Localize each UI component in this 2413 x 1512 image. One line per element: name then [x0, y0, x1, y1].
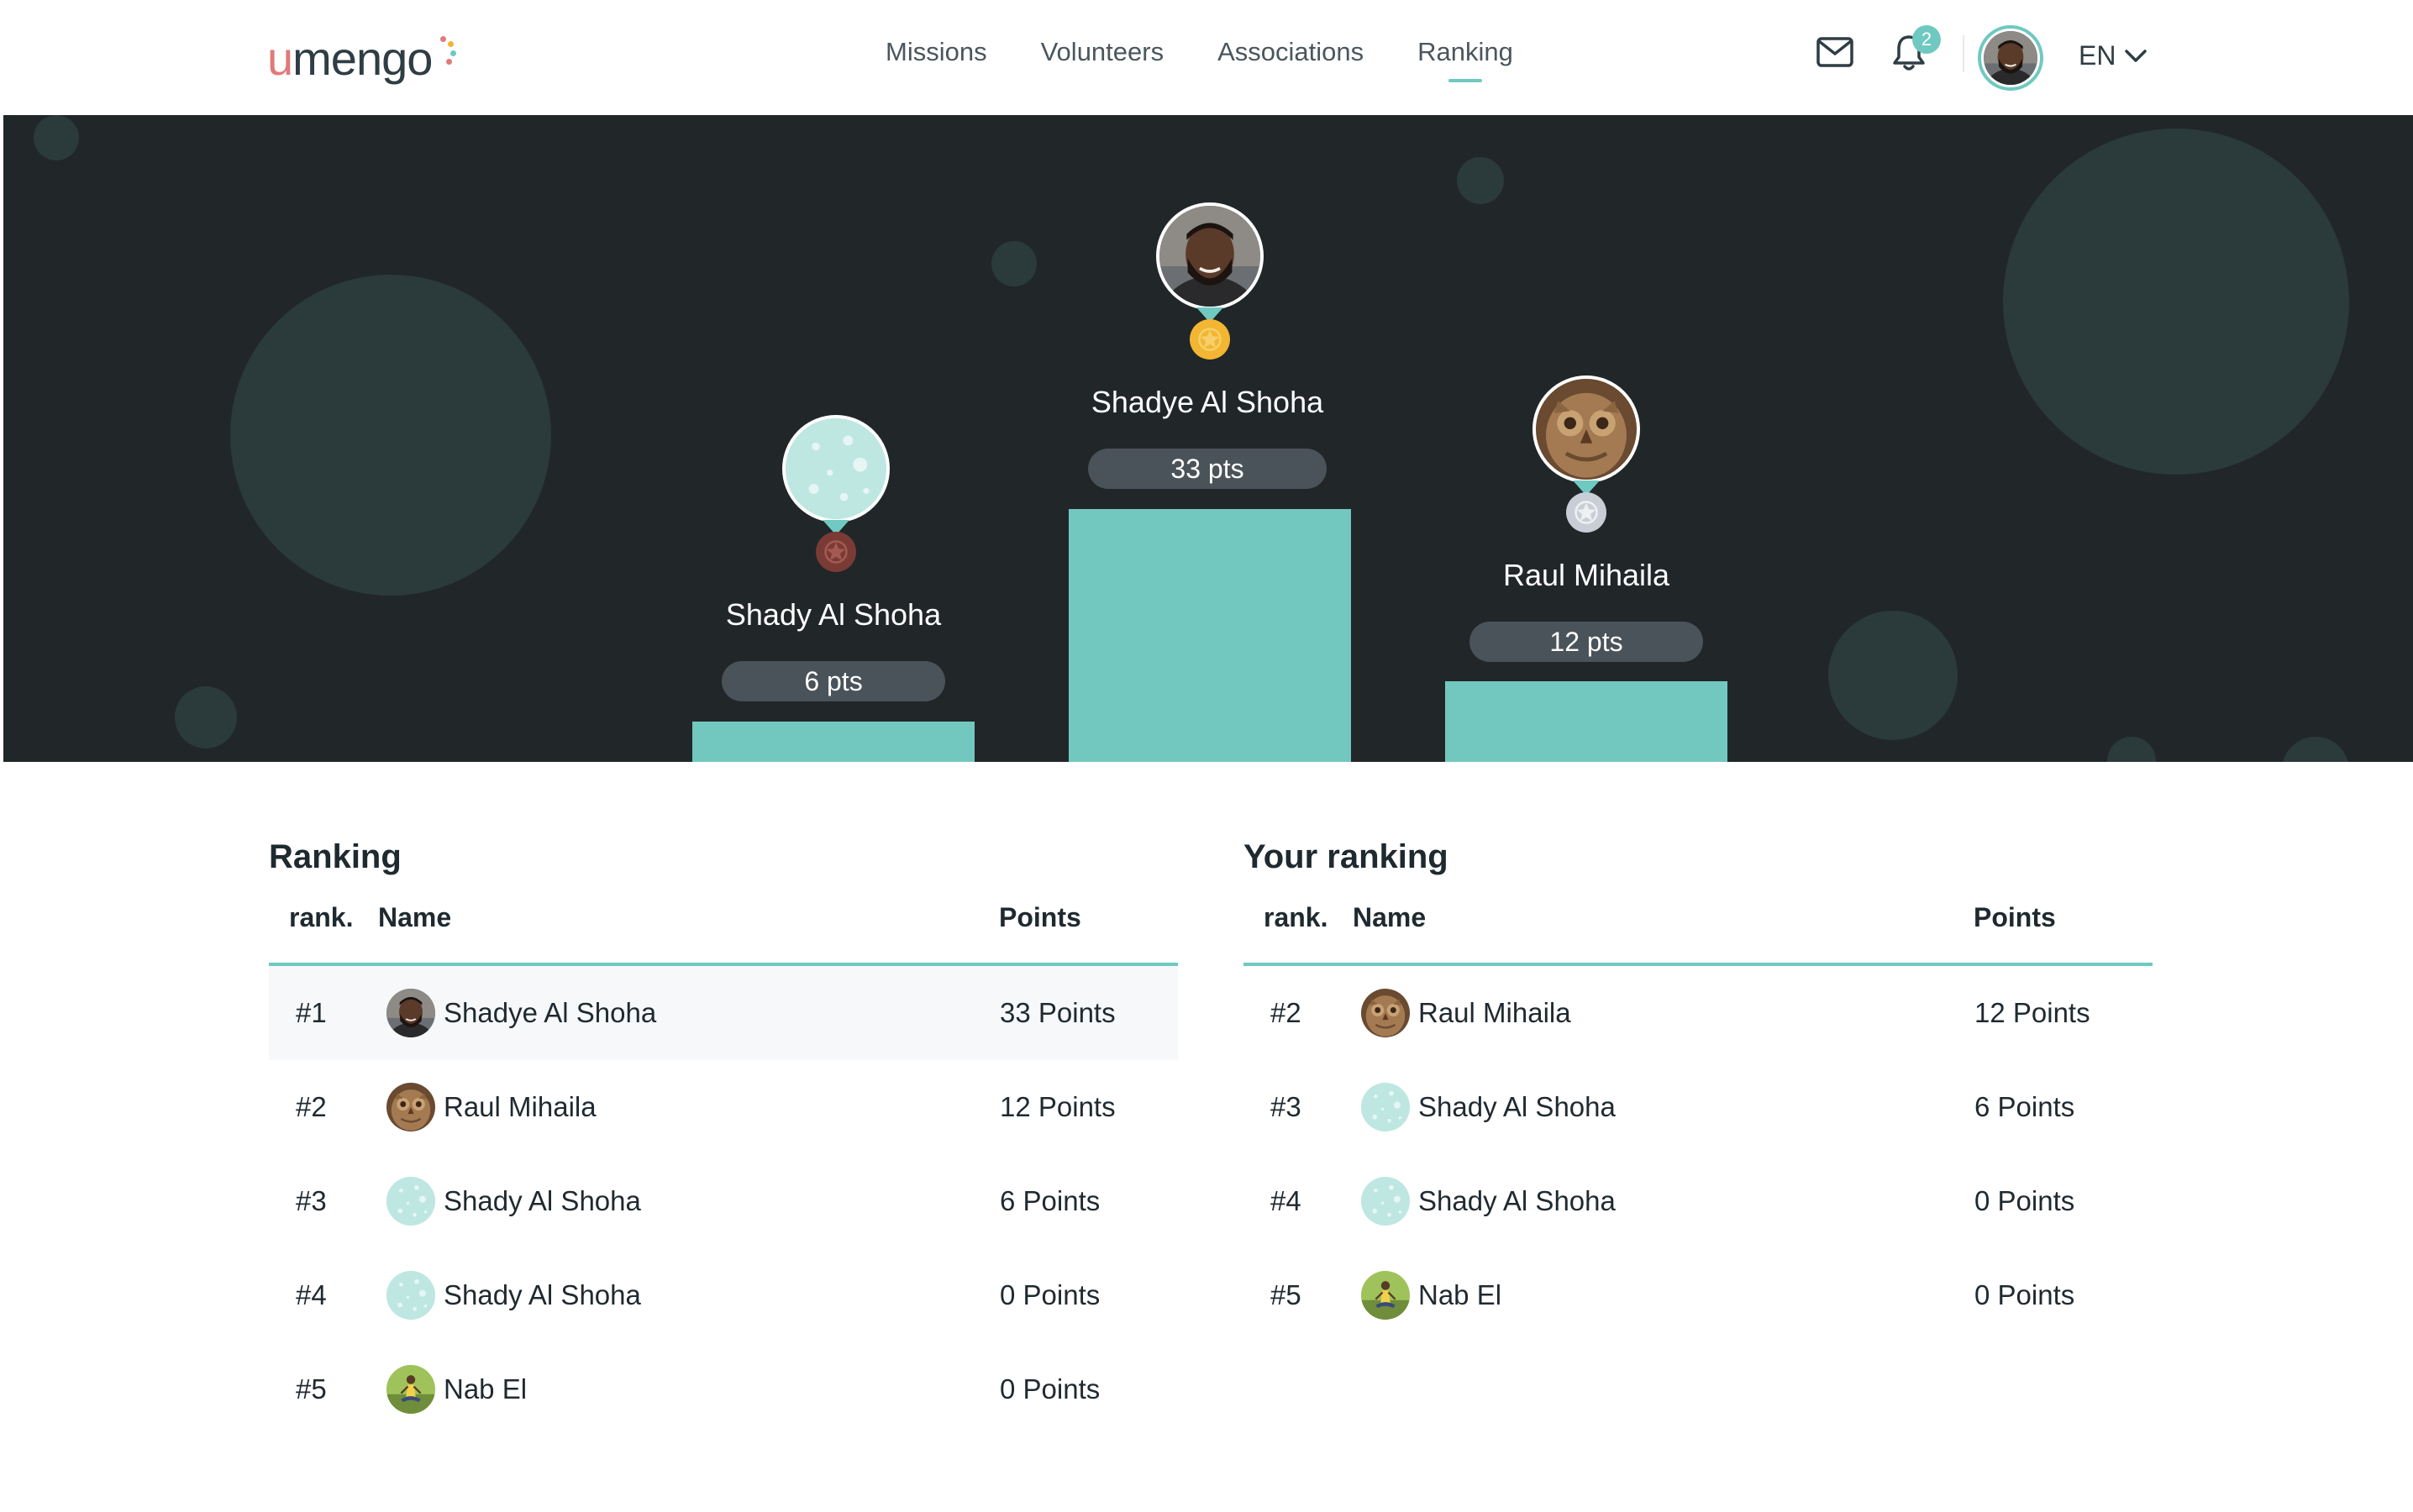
table-header: rank. Name Points	[269, 872, 1178, 966]
decor-bubble	[2282, 737, 2349, 762]
podium-third-name: Shady Al Shoha	[725, 597, 942, 632]
row-points: 33 Points	[1000, 997, 1116, 1028]
row-avatar	[1361, 1177, 1410, 1226]
decor-bubble	[175, 686, 237, 748]
umengo-logo[interactable]: umengo	[267, 29, 457, 87]
row-rank: #4	[1270, 1185, 1301, 1216]
row-name: Shady Al Shoha	[1418, 1185, 1616, 1216]
your-ranking-table: rank. Name Points #2 Raul Mihaila 12 Poi…	[1243, 872, 2153, 1342]
row-avatar	[386, 1177, 435, 1226]
row-avatar	[1361, 989, 1410, 1037]
row-points: 12 Points	[1000, 1091, 1116, 1122]
user-avatar[interactable]	[1978, 25, 2043, 91]
ranking-title: Ranking	[269, 838, 402, 875]
nav-missions[interactable]: Missions	[886, 37, 987, 67]
podium-second-bar	[1445, 681, 1727, 762]
podium-first-points: 33 pts	[1088, 449, 1327, 489]
nav-volunteers[interactable]: Volunteers	[1041, 37, 1164, 67]
mail-icon[interactable]	[1816, 37, 1853, 67]
table-row[interactable]: #5 Nab El 0 Points	[269, 1342, 1178, 1436]
column-name: Name	[378, 902, 452, 932]
table-row[interactable]: #4 Shady Al Shoha 0 Points	[1243, 1154, 2153, 1248]
row-name: Shady Al Shoha	[444, 1185, 641, 1216]
podium-first-avatar[interactable]	[1156, 202, 1264, 310]
decor-bubble	[1828, 611, 1958, 740]
podium-third-bar	[692, 722, 975, 762]
row-name: Shadye Al Shoha	[444, 997, 657, 1028]
decor-bubble	[230, 275, 551, 596]
row-name: Raul Mihaila	[1418, 997, 1571, 1028]
silver-medal-icon	[1566, 492, 1606, 533]
table-row[interactable]: #5 Nab El 0 Points	[1243, 1248, 2153, 1342]
header-divider	[1963, 35, 1964, 72]
row-rank: #5	[296, 1373, 327, 1404]
column-rank: rank.	[1264, 902, 1328, 932]
row-rank: #2	[296, 1091, 327, 1122]
row-avatar	[1361, 1271, 1410, 1320]
row-rank: #3	[296, 1185, 327, 1216]
row-rank: #1	[296, 997, 327, 1028]
table-row[interactable]: #2 Raul Mihaila 12 Points	[269, 1060, 1178, 1154]
logo-letter-u: u	[267, 31, 293, 85]
main-nav: Missions Volunteers Associations Ranking	[886, 37, 1513, 67]
row-avatar	[386, 989, 435, 1037]
table-row[interactable]: #3 Shady Al Shoha 6 Points	[269, 1154, 1178, 1248]
top-navbar: umengo Missions Volunteers Associations …	[0, 0, 2413, 115]
column-rank: rank.	[289, 902, 354, 932]
row-name: Shady Al Shoha	[1418, 1091, 1616, 1122]
table-row[interactable]: #2 Raul Mihaila 12 Points	[1243, 966, 2153, 1060]
language-label: EN	[2079, 40, 2116, 71]
podium-third-avatar[interactable]	[782, 415, 890, 522]
your-ranking-title: Your ranking	[1243, 838, 1448, 875]
podium-second-name: Raul Mihaila	[1502, 558, 1670, 592]
table-row[interactable]: #4 Shady Al Shoha 0 Points	[269, 1248, 1178, 1342]
podium-hero: Shady Al Shoha 6 pts Shadye Al Shoha 33 …	[3, 115, 2413, 762]
row-points: 0 Points	[1974, 1185, 2075, 1216]
row-rank: #4	[296, 1279, 327, 1310]
row-rank: #3	[1270, 1091, 1301, 1122]
decor-bubble	[991, 241, 1037, 286]
podium-third-points: 6 pts	[722, 661, 945, 701]
row-avatar	[386, 1083, 435, 1131]
table-header: rank. Name Points	[1243, 872, 2153, 966]
row-avatar	[386, 1271, 435, 1320]
row-points: 12 Points	[1974, 997, 2090, 1028]
language-selector[interactable]: EN	[2079, 40, 2148, 71]
row-avatar	[1361, 1083, 1410, 1131]
decor-bubble	[1457, 157, 1504, 204]
row-avatar	[386, 1365, 435, 1414]
row-points: 6 Points	[1974, 1091, 2075, 1122]
chevron-down-icon	[2125, 49, 2148, 62]
row-rank: #5	[1270, 1279, 1301, 1310]
column-points: Points	[999, 902, 1081, 932]
column-name: Name	[1353, 902, 1427, 932]
logo-dots-icon	[434, 34, 457, 68]
row-rank: #2	[1270, 997, 1301, 1028]
table-row[interactable]: #1 Shadye Al Shoha 33 Points	[269, 966, 1178, 1060]
row-points: 0 Points	[1000, 1373, 1101, 1404]
column-points: Points	[1974, 902, 2056, 932]
decor-bubble	[2107, 737, 2156, 762]
podium-first-name: Shadye Al Shoha	[1091, 385, 1324, 419]
podium-second-points: 12 pts	[1469, 622, 1703, 662]
logo-wordmark: mengo	[292, 31, 433, 85]
decor-bubble	[34, 115, 79, 160]
gold-medal-icon	[1190, 319, 1230, 360]
notification-count-badge: 2	[1912, 25, 1941, 54]
row-points: 6 Points	[1000, 1185, 1101, 1216]
ranking-table: rank. Name Points #1 Shadye Al Shoha 33 …	[269, 872, 1178, 1436]
row-points: 0 Points	[1974, 1279, 2075, 1310]
table-row[interactable]: #3 Shady Al Shoha 6 Points	[1243, 1060, 2153, 1154]
row-name: Raul Mihaila	[444, 1091, 597, 1122]
decor-bubble	[2003, 129, 2349, 475]
podium-first-bar	[1069, 509, 1351, 762]
row-name: Nab El	[444, 1373, 528, 1404]
row-points: 0 Points	[1000, 1279, 1101, 1310]
bronze-medal-icon	[816, 532, 856, 572]
nav-associations[interactable]: Associations	[1217, 37, 1364, 67]
row-name: Shady Al Shoha	[444, 1279, 641, 1310]
row-name: Nab El	[1418, 1279, 1502, 1310]
podium-second-avatar[interactable]	[1532, 375, 1640, 483]
nav-ranking[interactable]: Ranking	[1417, 37, 1513, 67]
